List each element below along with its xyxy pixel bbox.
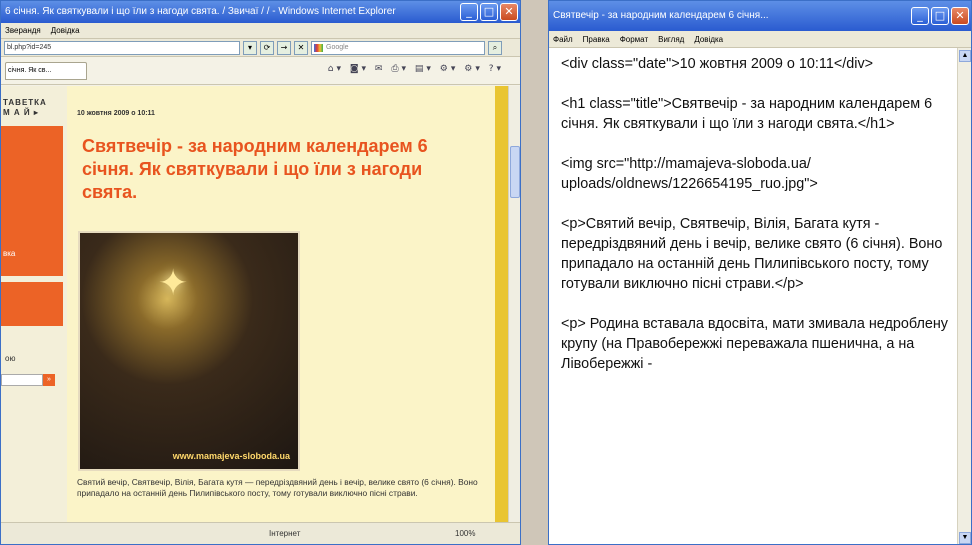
notepad-title: Святвечір - за народним календарем 6 січ… <box>553 10 769 21</box>
search-icon[interactable]: ⌕ <box>488 40 502 55</box>
maximize-button[interactable]: □ <box>480 3 498 21</box>
address-input[interactable]: bl.php?id=245 <box>4 40 240 55</box>
menu-file[interactable]: Файл <box>553 31 573 47</box>
maximize-button[interactable]: □ <box>931 7 949 25</box>
scroll-up-icon[interactable]: ▲ <box>959 50 971 62</box>
page-side-strip <box>495 86 509 524</box>
site-nav-block-2[interactable] <box>1 282 63 326</box>
photo-watermark: www.mamajeva-sloboda.ua <box>172 451 290 461</box>
article-date: 10 жовтня 2009 о 10:11 <box>77 110 155 117</box>
notepad-window: Святвечір - за народним календарем 6 січ… <box>548 0 972 545</box>
address-row: bl.php?id=245 ▾ ⟳ → ✕ Google ⌕ <box>1 39 520 57</box>
browser-tab[interactable]: січня. Як св... <box>5 61 87 80</box>
article: 10 жовтня 2009 о 10:11 Святвечір - за на… <box>67 86 509 524</box>
go-icon[interactable]: → <box>277 40 291 55</box>
browser-scrollbar[interactable] <box>508 86 520 524</box>
browser-title: 6 січня. Як святкували і що їли з нагоди… <box>5 6 396 17</box>
source-line: <img src="http://mamajeva-sloboda.ua/ up… <box>561 156 818 192</box>
source-text[interactable]: <div class="date">10 жовтня 2009 о 10:11… <box>561 54 951 394</box>
zoom-level[interactable]: 100% <box>455 523 475 544</box>
article-caption: Святий вечір, Святвечір, Вілія, Багата к… <box>77 477 478 498</box>
close-button[interactable]: ✕ <box>951 7 969 25</box>
site-form-label: ою <box>5 354 16 363</box>
minimize-button[interactable]: _ <box>460 3 478 21</box>
menu-favorites[interactable]: Зверандя <box>5 23 41 38</box>
close-button[interactable]: ✕ <box>500 3 518 21</box>
status-bar: Інтернет 100% <box>1 522 520 544</box>
browser-menubar: Зверандя Довідка <box>1 23 520 39</box>
site-logo[interactable]: ТАВЕТКА М А Й ▸ <box>1 86 67 118</box>
dropdown-icon[interactable]: ▾ <box>243 40 257 55</box>
stop-icon[interactable]: ✕ <box>294 40 308 55</box>
menu-view[interactable]: Вигляд <box>658 31 684 47</box>
menu-help[interactable]: Довідка <box>51 23 80 38</box>
browser-titlebar: 6 січня. Як святкували і що їли з нагоди… <box>1 1 520 23</box>
site-search-button[interactable]: » <box>43 374 55 386</box>
search-input[interactable]: Google <box>311 40 485 55</box>
source-line: <p> Родина вставала вдосвіта, мати змива… <box>561 316 948 372</box>
refresh-icon[interactable]: ⟳ <box>260 40 274 55</box>
web-page: ТАВЕТКА М А Й ▸ вка ою » 10 жовтня 2009 о… <box>1 86 520 524</box>
notepad-scrollbar[interactable]: ▲ ▼ <box>957 48 971 544</box>
menu-edit[interactable]: Правка <box>583 31 610 47</box>
minimize-button[interactable]: _ <box>911 7 929 25</box>
site-nav-item[interactable]: вка <box>3 249 15 258</box>
site-search-input[interactable] <box>1 374 43 386</box>
menu-help[interactable]: Довідка <box>694 31 723 47</box>
star-icon: ✦ <box>158 263 189 304</box>
tab-row: січня. Як св... ⌂▾ ◙▾ ✉ ⎙▾ ▤▾ ⚙▾ ⚙▾ ?▾ <box>1 57 520 85</box>
zone-label: Інтернет <box>269 529 301 538</box>
site-left-column: ТАВЕТКА М А Й ▸ вка ою » <box>1 86 67 524</box>
source-line: <p>Святий вечір, Святвечір, Вілія, Багат… <box>561 216 943 292</box>
article-title: Святвечір - за народним календарем 6 січ… <box>82 136 428 202</box>
source-line: <div class="date">10 жовтня 2009 о 10:11… <box>561 56 874 72</box>
menu-format[interactable]: Формат <box>620 31 648 47</box>
notepad-text-area[interactable]: <div class="date">10 жовтня 2009 о 10:11… <box>549 48 971 544</box>
notepad-menubar: Файл Правка Формат Вигляд Довідка <box>549 31 971 48</box>
scroll-down-icon[interactable]: ▼ <box>959 532 971 544</box>
source-line: <h1 class="title">Святвечір - за народни… <box>561 96 933 132</box>
article-photo: ✦ www.mamajeva-sloboda.ua <box>78 231 300 471</box>
browser-window: 6 січня. Як святкували і що їли з нагоди… <box>0 0 521 545</box>
toolbar-icons[interactable]: ⌂▾ ◙▾ ✉ ⎙▾ ▤▾ ⚙▾ ⚙▾ ?▾ <box>328 64 504 74</box>
notepad-titlebar: Святвечір - за народним календарем 6 січ… <box>549 1 971 31</box>
